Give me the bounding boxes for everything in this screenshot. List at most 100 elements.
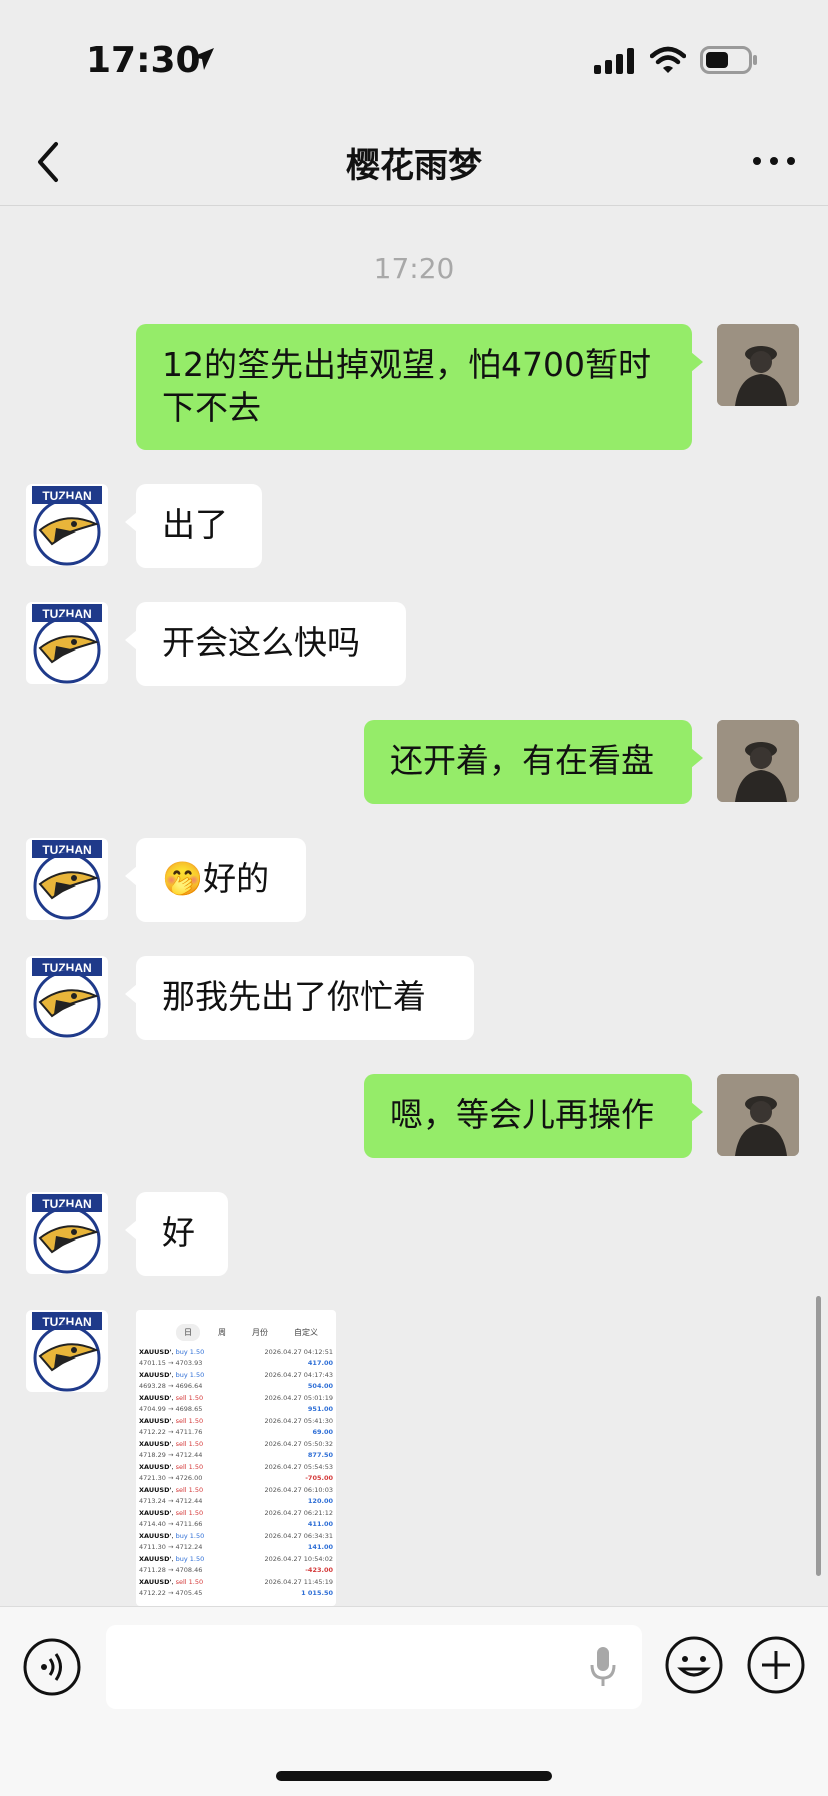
trade-date: 2026.04.27 06:34:31	[264, 1532, 333, 1540]
incoming-message-bubble[interactable]: 好	[125, 1192, 228, 1276]
trade-symbol: XAUUSD'	[139, 1555, 172, 1563]
trade-tab: 日	[176, 1324, 200, 1341]
contact-avatar[interactable]: TUZHAN	[26, 602, 108, 684]
trade-pnl: 69.00	[312, 1428, 333, 1436]
trade-prices: 4712.22 → 4705.45	[139, 1589, 203, 1597]
voice-input-icon[interactable]	[22, 1637, 82, 1697]
trade-symbol: XAUUSD'	[139, 1371, 172, 1379]
trade-date: 2026.04.27 05:41:30	[264, 1417, 333, 1425]
trade-pnl: 411.00	[307, 1520, 333, 1528]
incoming-message-bubble[interactable]: 出了	[125, 484, 262, 568]
trade-row: XAUUSD', buy 1.50 4711.28 → 4708.46 2026.0…	[139, 1555, 333, 1574]
trade-side: buy 1.50	[175, 1371, 205, 1379]
trade-tab: 月份	[252, 1328, 268, 1337]
incoming-message-bubble[interactable]: 那我先出了你忙着	[125, 956, 474, 1040]
outgoing-message-bubble[interactable]: 还开着，有在看盘	[364, 720, 703, 804]
trade-pnl: 951.00	[307, 1405, 333, 1413]
my-avatar[interactable]	[717, 1074, 799, 1156]
cellular-signal-icon	[594, 48, 634, 74]
message-timestamp: 17:20	[373, 252, 455, 285]
trade-row: XAUUSD', sell 1.50 4704.99 → 4698.65 2026.…	[139, 1394, 333, 1413]
trade-date: 2026.04.27 10:54:02	[264, 1555, 333, 1563]
emoji-icon[interactable]	[664, 1635, 724, 1695]
incoming-message-bubble[interactable]: 开会这么快吗	[125, 602, 406, 686]
trade-row: XAUUSD', sell 1.50 4712.22 → 4711.76 2026.…	[139, 1417, 333, 1436]
trade-date: 2026.04.27 11:45:19	[264, 1578, 333, 1586]
input-toolbar	[0, 1606, 828, 1796]
status-time: 17:30	[86, 40, 201, 81]
trade-row: XAUUSD', sell 1.50 4718.29 → 4712.44 2026.…	[139, 1440, 333, 1459]
trade-side: sell 1.50	[175, 1417, 204, 1425]
location-arrow-icon	[192, 48, 214, 70]
contact-avatar[interactable]: TUZHAN	[26, 838, 108, 920]
trade-prices: 4718.29 → 4712.44	[139, 1451, 203, 1459]
incoming-message-bubble[interactable]: 🤭好的	[125, 838, 306, 922]
trade-row: XAUUSD', sell 1.50 4713.24 → 4712.44 2026.…	[139, 1486, 333, 1505]
trade-symbol: XAUUSD'	[139, 1486, 172, 1494]
my-avatar[interactable]	[717, 720, 799, 802]
trade-date: 2026.04.27 04:17:43	[264, 1371, 333, 1379]
trade-prices: 4714.40 → 4711.66	[139, 1520, 203, 1528]
trade-side: sell 1.50	[175, 1486, 204, 1494]
trade-row: XAUUSD', buy 1.50 4693.28 → 4696.64 2026.0…	[139, 1371, 333, 1390]
status-bar: 17:30	[0, 0, 828, 118]
trade-side: sell 1.50	[175, 1440, 204, 1448]
trade-symbol: XAUUSD'	[139, 1463, 172, 1471]
trade-prices: 4712.22 → 4711.76	[139, 1428, 203, 1436]
trade-row: XAUUSD', buy 1.50 4711.30 → 4712.24 2026.0…	[139, 1532, 333, 1551]
trade-date: 2026.04.27 05:50:32	[264, 1440, 333, 1448]
contact-avatar[interactable]: TUZHAN	[26, 956, 108, 1038]
contact-avatar[interactable]: TUZHAN	[26, 484, 108, 566]
plus-icon[interactable]	[746, 1635, 806, 1695]
trade-symbol: XAUUSD'	[139, 1532, 172, 1540]
message-text: 还开着，有在看盘	[390, 741, 654, 780]
trade-side: sell 1.50	[175, 1578, 204, 1586]
trade-pnl: 120.00	[307, 1497, 333, 1505]
outgoing-message-bubble[interactable]: 12的筌先出掉观望，怕4700暂时下不去	[136, 324, 703, 450]
message-text: 出了	[162, 505, 228, 544]
trade-side: sell 1.50	[175, 1463, 204, 1471]
trade-tab: 自定义	[294, 1328, 318, 1337]
microphone-icon[interactable]	[588, 1645, 618, 1689]
contact-avatar[interactable]: TUZHAN	[26, 1192, 108, 1274]
trade-prices: 4711.28 → 4708.46	[139, 1566, 203, 1574]
message-text: 好	[162, 1213, 195, 1252]
trade-row: XAUUSD', buy 1.50 4701.15 → 4703.93 2026.0…	[139, 1348, 333, 1367]
trade-date: 2026.04.27 06:21:12	[264, 1509, 333, 1517]
trade-prices: 4711.30 → 4712.24	[139, 1543, 203, 1551]
trade-symbol: XAUUSD'	[139, 1394, 172, 1402]
trade-pnl: 141.00	[307, 1543, 333, 1551]
trade-pnl: -423.00	[305, 1566, 333, 1574]
trade-date: 2026.04.27 05:01:19	[264, 1394, 333, 1402]
trade-date: 2026.04.27 05:54:53	[264, 1463, 333, 1471]
contact-avatar[interactable]: TUZHAN	[26, 1310, 108, 1392]
trade-symbol: XAUUSD'	[139, 1578, 172, 1586]
outgoing-message-bubble[interactable]: 嗯，等会儿再操作	[364, 1074, 703, 1158]
home-indicator	[276, 1771, 552, 1781]
trade-pnl: 877.50	[307, 1451, 333, 1459]
trade-row: XAUUSD', sell 1.50 4712.22 → 4705.45 2026.…	[139, 1578, 333, 1597]
chat-header: 樱花雨梦	[0, 118, 828, 206]
trade-side: buy 1.50	[175, 1532, 205, 1540]
trade-symbol: XAUUSD'	[139, 1440, 172, 1448]
image-message-trade-history[interactable]: 日周月份 自定义 XAUUSD', buy 1.50 4701.15 → 4703.…	[136, 1310, 336, 1606]
trade-row: XAUUSD', sell 1.50 4721.30 → 4726.00 2026.…	[139, 1463, 333, 1482]
emoji-sticker: 🤭	[162, 859, 204, 898]
trade-side: buy 1.50	[175, 1555, 205, 1563]
trade-pnl: 1 015.50	[301, 1589, 333, 1597]
scrollbar[interactable]	[816, 1296, 821, 1576]
my-avatar[interactable]	[717, 324, 799, 406]
trade-period-tabs: 日 周 月份 自定义	[136, 1310, 336, 1347]
more-options-icon[interactable]	[752, 156, 796, 166]
message-input[interactable]	[106, 1625, 642, 1709]
message-text: 12的筌先出掉观望，怕4700暂时下不去	[162, 345, 651, 427]
battery-icon	[700, 46, 757, 74]
message-text: 嗯，等会儿再操作	[390, 1095, 654, 1134]
wifi-icon	[650, 46, 686, 73]
trade-prices: 4704.99 → 4698.65	[139, 1405, 203, 1413]
trade-symbol: XAUUSD'	[139, 1509, 172, 1517]
trade-pnl: 504.00	[307, 1382, 333, 1390]
message-text: 开会这么快吗	[162, 623, 360, 662]
trade-prices: 4713.24 → 4712.44	[139, 1497, 203, 1505]
trade-list: XAUUSD', buy 1.50 4701.15 → 4703.93 2026.0…	[136, 1347, 336, 1600]
